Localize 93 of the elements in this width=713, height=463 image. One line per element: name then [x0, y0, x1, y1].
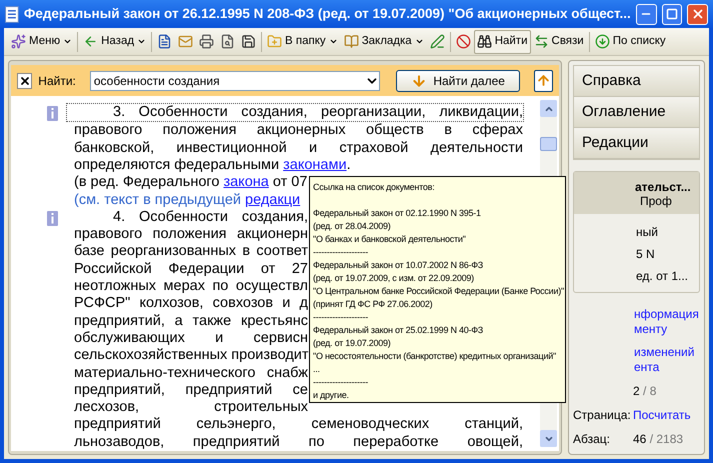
scroll-down-button[interactable] [540, 430, 557, 447]
document-line: Российской Федерации от 27 [74, 260, 308, 278]
down-arrow-icon [411, 72, 428, 89]
document-line: обслуживающих и сервисн [74, 330, 308, 348]
printer-icon [199, 34, 214, 50]
mail-icon [178, 34, 194, 50]
stat-label: Абзац: [573, 432, 611, 446]
document-line: неотложных мерах по осуществл [74, 278, 308, 296]
binoculars-icon [476, 34, 492, 50]
tooltip-line: Федеральный закон от 10.07.2002 N 86-ФЗ [313, 259, 484, 272]
card-title: ательст... [635, 180, 692, 194]
card-text: 5 N [636, 247, 656, 262]
stat-value: 2 / 8 [633, 384, 656, 398]
document-icon [157, 34, 172, 50]
find-previous-button[interactable] [534, 70, 553, 92]
close-icon [18, 74, 31, 87]
document-line: материально-технического снабж [74, 364, 308, 382]
document-link[interactable]: закона [223, 174, 269, 190]
tooltip-line: ... [313, 363, 321, 376]
stat-value: 46 / 2183 [633, 432, 684, 446]
stat-label: Страница: [573, 408, 632, 422]
find-label: Найти: [38, 72, 76, 90]
toolbar-button[interactable]: Меню [8, 30, 76, 54]
toolbar-button[interactable]: Связи [530, 30, 587, 54]
close-button[interactable] [687, 4, 708, 25]
search-field[interactable]: особенности создания [90, 70, 380, 91]
floppy-icon [241, 34, 256, 50]
close-icon [690, 7, 705, 22]
tooltip-line: (ред. от 19.07.2009) [313, 337, 392, 350]
tooltip-line: -------------------- [313, 246, 369, 259]
document-line: правового положения акционерн [74, 226, 308, 244]
scroll-thumb[interactable] [540, 136, 557, 151]
document-line: 4. Особенности создания, [113, 208, 308, 226]
toolbar-button[interactable]: Найти [474, 30, 531, 54]
tooltip-line: Федеральный закон от 25.02.1999 N 40-ФЗ [313, 324, 484, 337]
side-link[interactable]: изменений ента [634, 345, 700, 376]
toolbar-button[interactable]: Назад [80, 30, 150, 54]
document-line: предприятий, а также крестьянс [74, 312, 308, 330]
maximize-button[interactable] [662, 4, 682, 25]
side-tab[interactable]: Редакции [574, 128, 699, 160]
toolbar-button[interactable]: В папку [264, 30, 341, 54]
magnifier-page-icon [220, 34, 236, 50]
document-line: льнозаводов, предприятий по переработке овощей, [74, 434, 523, 451]
scroll-up-button[interactable] [540, 100, 557, 118]
window-title: Федеральный закон от 26.12.1995 N 208-ФЗ (ред. от 19.07.2009) "Об акционерных общест... [24, 4, 631, 23]
document-line: сельскохозяйственных производит [74, 347, 308, 365]
document-line: определяются федеральными законами. [74, 156, 351, 174]
toolbar-button[interactable]: Закладка [340, 30, 427, 54]
card-text: ный [636, 225, 659, 240]
count-link[interactable]: Посчитать [633, 408, 691, 422]
sparkle-icon [11, 34, 26, 50]
document-line: (см. текст в предыдущей редакци [74, 192, 302, 209]
document-line: базе реорганизованных в соответ [74, 243, 308, 261]
down-arrow-circle-icon [594, 34, 610, 50]
tooltip-line: (ред. от 28.04.2009) [313, 220, 392, 233]
find-next-button[interactable]: Найти далее [396, 70, 520, 92]
document-link[interactable]: редакци [245, 192, 300, 208]
side-link[interactable]: нформация менту [634, 307, 700, 338]
document-line: предприятий, предприятий се [74, 382, 308, 400]
tooltip-line: (принят ГД ФС РФ 27.06.2002) [313, 298, 434, 311]
tooltip-line: (ред. от 19.07.2009, с изм. от 22.09.2009) [313, 272, 475, 285]
side-tab[interactable]: Оглавление [574, 97, 699, 128]
pen-icon [430, 34, 445, 50]
tooltip-line: Федеральный закон от 02.12.1990 N 395-1 [313, 207, 482, 220]
document-link[interactable]: законами [283, 156, 347, 173]
card-text: ед. от 1... [636, 269, 689, 284]
document-line: РСФСР" колхозов, совхозов и д [74, 295, 308, 313]
tooltip-line: "О Центральном банке Российской Федерации (Банке России)" [313, 285, 562, 298]
document-line: предприятий сельэнерго, семеноводческих станций, [74, 416, 523, 434]
tooltip-line: -------------------- [313, 376, 369, 389]
document-line: лесхозов, строительных [74, 399, 308, 416]
document-line: банковской, инвестиционной и страховой деятельности [74, 140, 523, 157]
no-entry-icon [456, 34, 471, 50]
tooltip-line: и другие. [313, 389, 350, 402]
document-line: (в ред. Федерального закона от 07 [74, 174, 308, 192]
tooltip-line: "О банках и банковской деятельности" [313, 233, 467, 246]
document-line: правового положения акционерных обществ в сферах [74, 122, 523, 140]
book-icon [344, 34, 359, 50]
side-tab[interactable]: Справка [574, 66, 699, 98]
close-search-button[interactable] [17, 72, 32, 89]
info-icon [47, 210, 58, 226]
maximize-icon [666, 8, 678, 20]
document-icon [5, 6, 19, 23]
tooltip-title: Ссылка на список документов: [313, 181, 436, 194]
card-subtitle: Проф [639, 194, 673, 208]
minimize-button[interactable] [636, 4, 656, 25]
tooltip-line: "О несостоятельности (банкротстве) кредитных организаций" [313, 350, 557, 363]
folder-icon [267, 34, 282, 50]
info-icon [47, 106, 58, 122]
document-line: 3. Особенности создания, реорганизации, ликвидации, [113, 104, 523, 122]
arrows-icon [534, 34, 549, 50]
toolbar-button[interactable]: По списку [592, 30, 669, 54]
tooltip-line: -------------------- [313, 311, 369, 324]
